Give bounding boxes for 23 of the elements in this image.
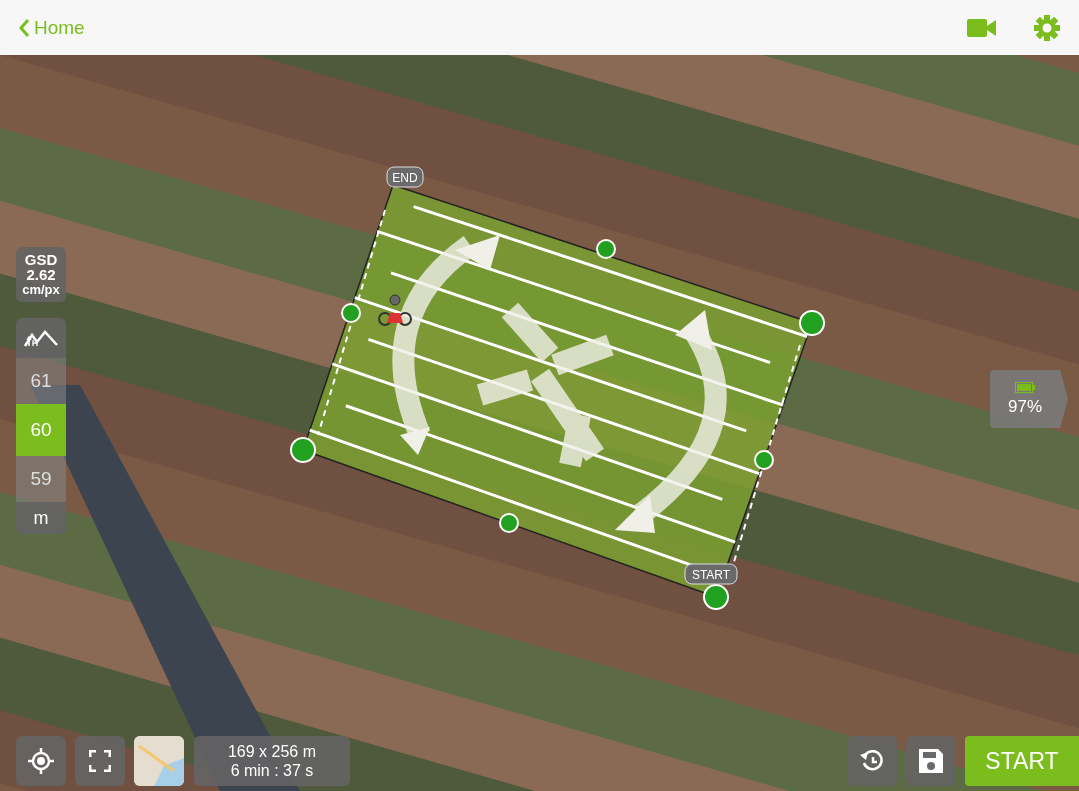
save-icon[interactable] — [906, 736, 956, 786]
start-marker-label: START — [684, 563, 738, 585]
gsd-value: 2.62 — [25, 267, 57, 282]
area-size: 169 x 256 m — [227, 742, 317, 761]
battery-percentage: 97% — [1008, 396, 1042, 417]
battery-icon — [1015, 381, 1035, 393]
drone-icon — [378, 294, 412, 326]
altitude-option[interactable]: 59 — [16, 456, 66, 502]
map-thumbnail[interactable] — [134, 736, 184, 786]
altitude-unit: m — [16, 502, 66, 534]
chevron-left-icon — [18, 17, 30, 38]
altitude-option[interactable]: 60 — [16, 404, 66, 456]
home-back-button[interactable]: Home — [18, 16, 85, 39]
gsd-label: GSD — [23, 252, 59, 267]
mountain-altitude-icon — [23, 329, 59, 347]
altitude-option[interactable]: 61 — [16, 358, 66, 404]
gsd-unit: cm/px — [21, 282, 61, 297]
flight-duration: 6 min : 37 s — [230, 761, 314, 780]
locate-icon[interactable] — [16, 736, 66, 786]
undo-reset-icon[interactable] — [847, 736, 897, 786]
end-marker-label: END — [386, 166, 424, 188]
fullscreen-icon[interactable] — [75, 736, 125, 786]
start-button[interactable]: START — [965, 736, 1079, 786]
